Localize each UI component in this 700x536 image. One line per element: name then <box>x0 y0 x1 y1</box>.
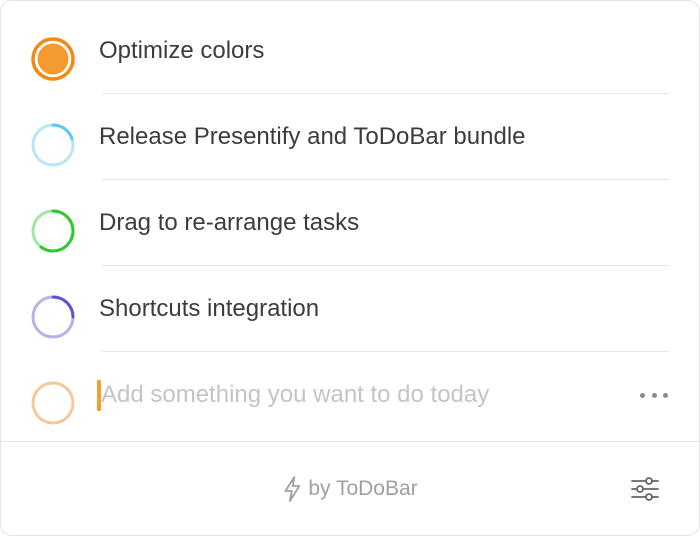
brand-link[interactable]: by ToDoBar <box>282 475 418 502</box>
new-task-input[interactable]: Add something you want to do today <box>101 381 489 409</box>
ellipsis-icon[interactable] <box>640 391 668 399</box>
task-label[interactable]: Optimize colors <box>99 37 264 65</box>
empty-circle-icon <box>31 381 75 425</box>
progress-ring-icon[interactable] <box>30 208 76 254</box>
todo-popover: Optimize colors Release Presentify and T… <box>0 0 700 536</box>
progress-ring-icon[interactable] <box>30 294 76 340</box>
task-label[interactable]: Shortcuts integration <box>99 295 319 323</box>
completed-circle-icon[interactable] <box>30 36 76 82</box>
bolt-icon <box>284 475 301 502</box>
new-task-row[interactable]: Add something you want to do today <box>1 352 699 438</box>
task-row[interactable]: Shortcuts integration <box>1 266 699 352</box>
task-label[interactable]: Drag to re-arrange tasks <box>99 209 359 237</box>
task-row[interactable]: Release Presentify and ToDoBar bundle <box>1 94 699 180</box>
task-row[interactable]: Optimize colors <box>1 8 699 94</box>
task-row[interactable]: Drag to re-arrange tasks <box>1 180 699 266</box>
sliders-icon[interactable] <box>631 476 659 502</box>
progress-ring-icon[interactable] <box>30 122 76 168</box>
brand-text: by ToDoBar <box>308 476 418 500</box>
footer-bar: by ToDoBar <box>1 441 699 535</box>
task-label[interactable]: Release Presentify and ToDoBar bundle <box>99 123 526 151</box>
text-caret <box>97 380 101 411</box>
